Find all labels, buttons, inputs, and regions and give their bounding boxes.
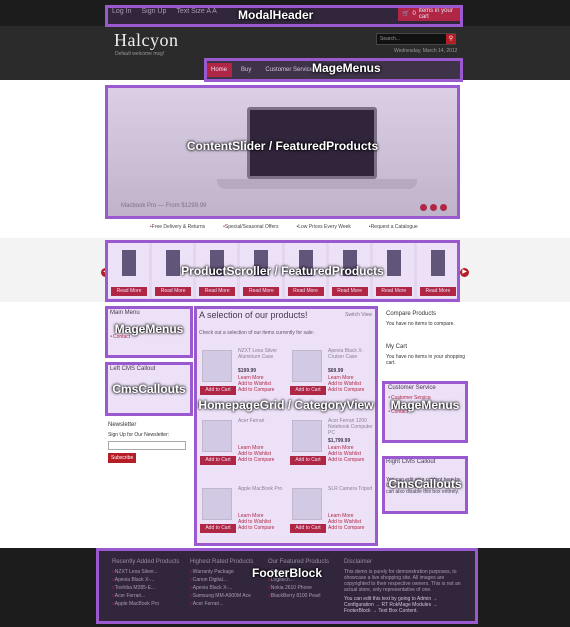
annotation-label: MageMenus — [114, 322, 184, 336]
annotation-label: MageMenus — [390, 398, 460, 412]
annotation-label: HomepageGrid / CategoryView — [198, 398, 374, 412]
page: { "header": { "toplinks": ["Log In", "Si… — [0, 0, 570, 627]
annotation-box — [96, 548, 478, 624]
search-input[interactable]: Search... — [376, 33, 456, 45]
annotation-label: ProductScroller / FeaturedProducts — [181, 264, 384, 278]
feature-item: Low Prices Every Week — [296, 224, 351, 230]
feature-item: Special/Seasonal Offers — [223, 224, 279, 230]
scroller-next-button[interactable]: ▶ — [460, 268, 469, 277]
annotation-label: CmsCallouts — [388, 477, 462, 491]
newsletter-text: Sign Up for Our Newsletter: — [108, 432, 170, 438]
feature-item: Free Delivery & Returns — [150, 224, 205, 230]
feature-strip: Free Delivery & Returns Special/Seasonal… — [150, 224, 450, 230]
compare-text: You have no items to compare. — [386, 321, 455, 327]
site-logo[interactable]: Halcyon — [114, 30, 178, 51]
current-date: Wednesday, March 14, 2012 — [394, 48, 458, 54]
compare-block: Compare Products You have no items to co… — [386, 311, 468, 327]
annotation-label: CmsCallouts — [112, 382, 186, 396]
chevron-right-icon: ▶ — [462, 269, 467, 275]
annotation-label: MageMenus — [312, 61, 381, 75]
my-cart-block: My Cart You have no items in your shoppi… — [386, 344, 468, 366]
newsletter-title: Newsletter — [108, 422, 137, 428]
annotation-box — [194, 306, 378, 546]
search-icon: ⚲ — [448, 36, 454, 42]
compare-title: Compare Products — [386, 311, 437, 317]
subscribe-button[interactable]: Subscribe — [108, 453, 137, 463]
annotation-label: FooterBlock — [251, 566, 322, 580]
newsletter-block: Newsletter Sign Up for Our Newsletter: S… — [108, 422, 190, 463]
annotation-label: ModalHeader — [238, 8, 314, 22]
welcome-message: Default welcome msg! — [115, 51, 165, 57]
annotation-label: ContentSlider / FeaturedProducts — [186, 139, 379, 153]
my-cart-text: You have no items in your shopping cart. — [386, 354, 466, 366]
my-cart-title: My Cart — [386, 344, 407, 350]
newsletter-email-field[interactable] — [108, 441, 186, 450]
feature-item: Request a Catalogue — [369, 224, 418, 230]
search-button[interactable]: ⚲ — [446, 34, 456, 44]
annotation-box — [382, 381, 468, 443]
